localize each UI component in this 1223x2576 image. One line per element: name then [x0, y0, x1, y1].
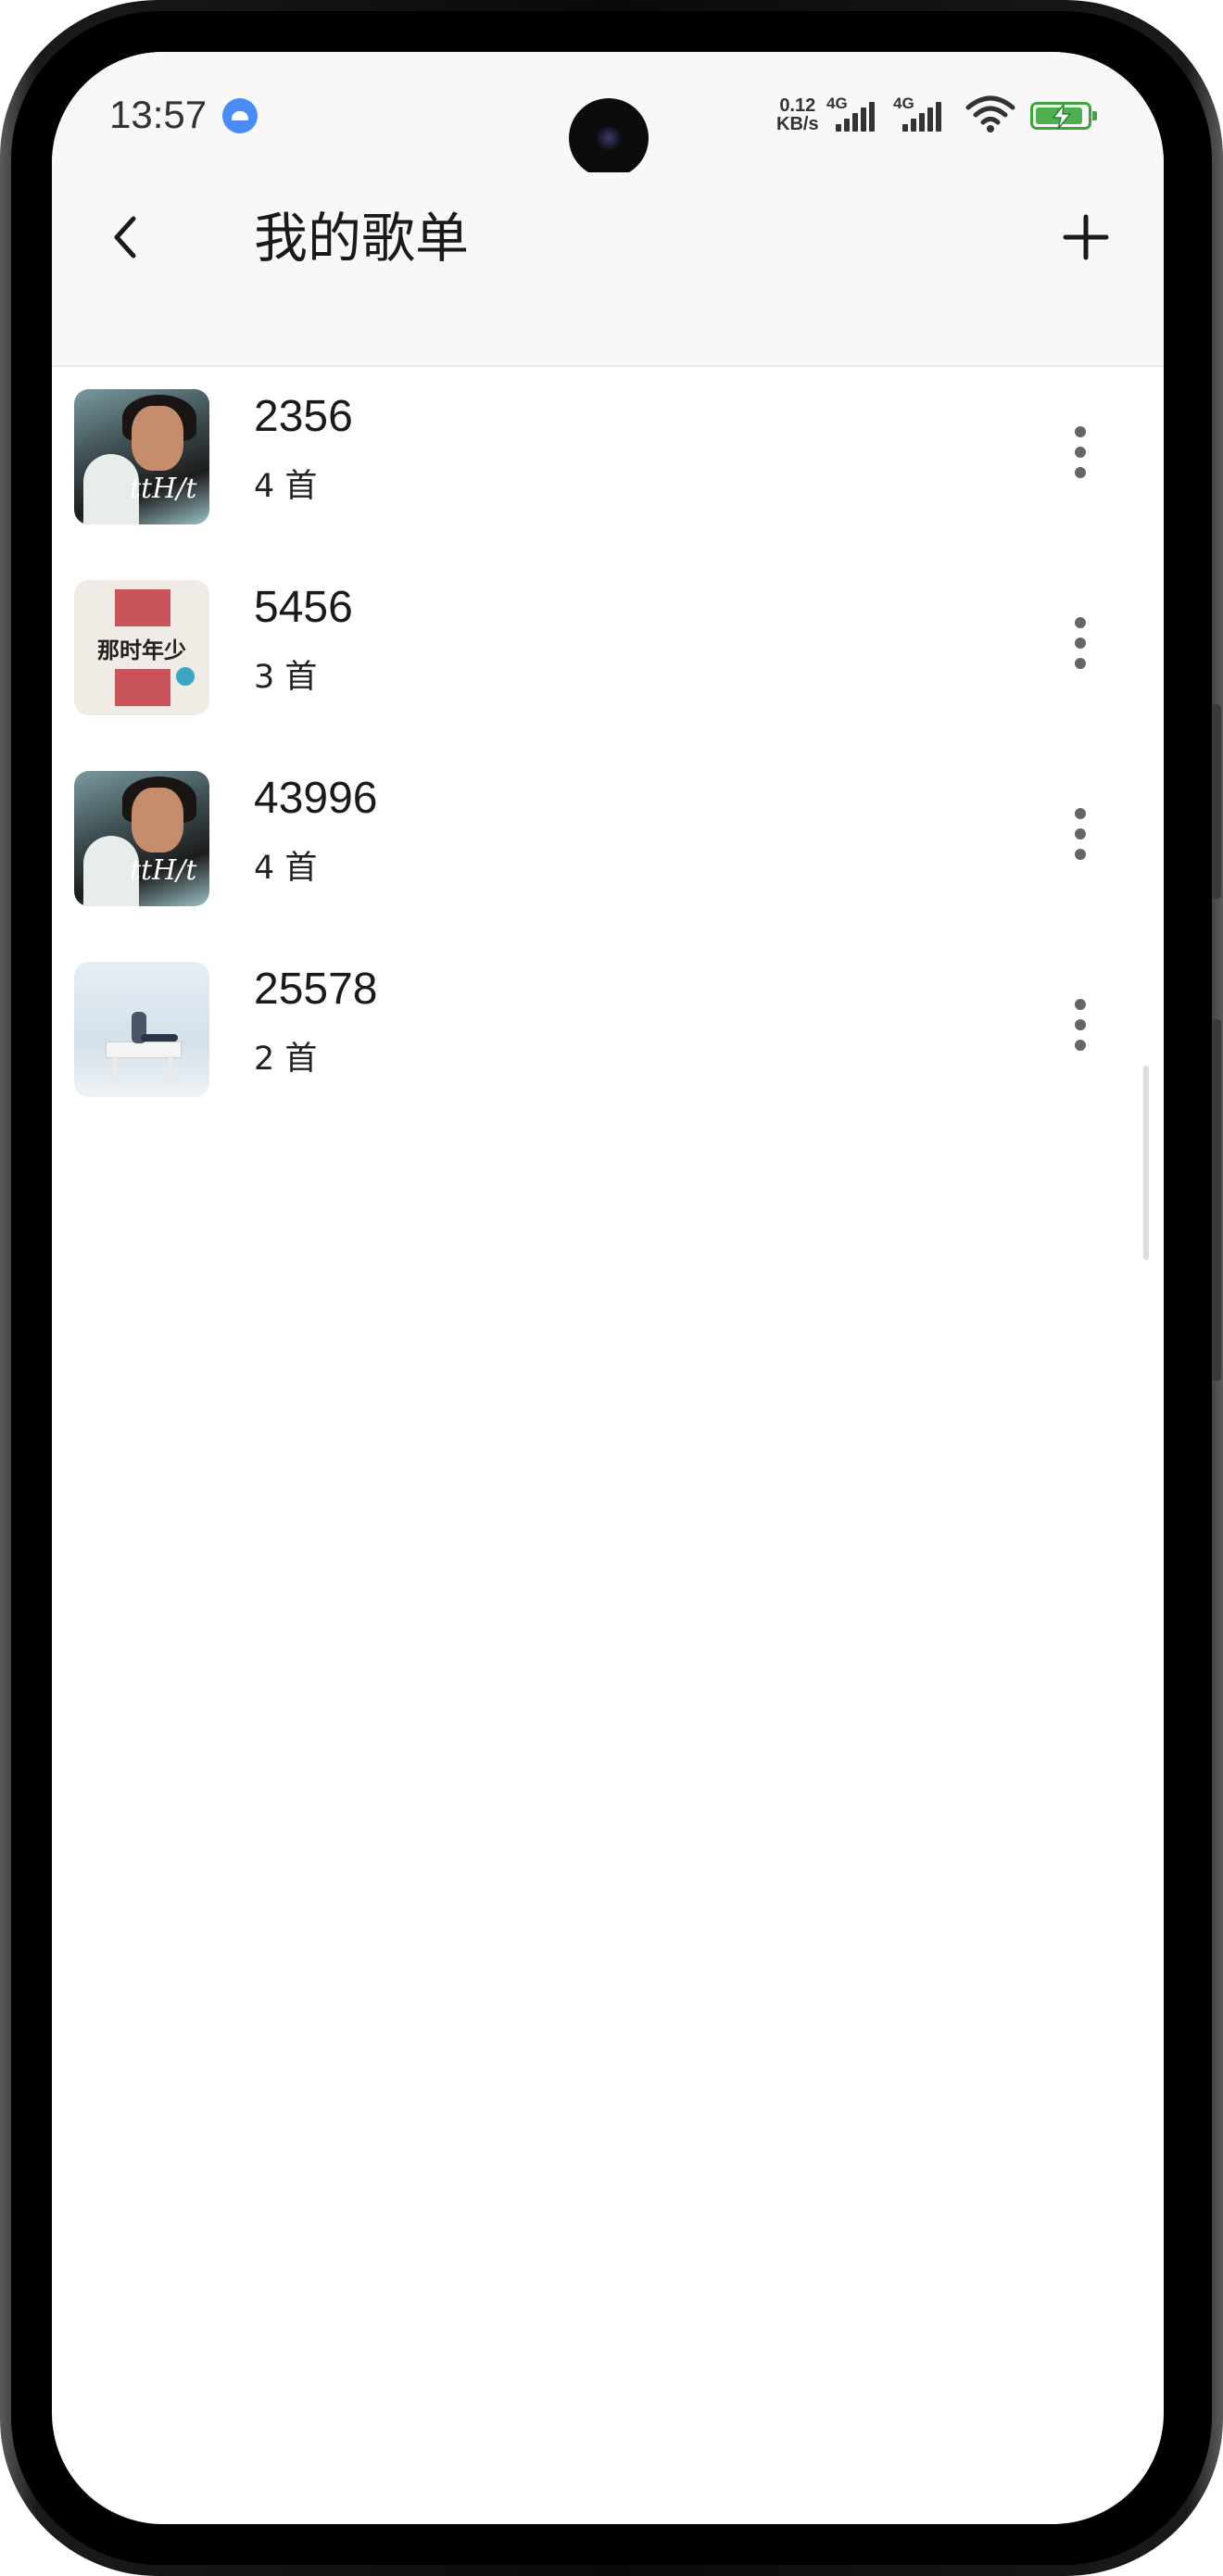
playlist-song-count: 4 首 — [254, 468, 318, 505]
battery-charging-icon — [1030, 102, 1097, 130]
power-button — [1212, 1019, 1221, 1381]
more-options-icon[interactable] — [1062, 415, 1099, 489]
network-speed-unit: KB/s — [776, 114, 819, 134]
network-speed-value: 0.12 — [779, 95, 816, 116]
album-cover-piano — [74, 962, 209, 1097]
status-bar: 13:57 0.12 KB/s 4G 4G — [52, 52, 1164, 178]
scrollbar[interactable] — [1143, 1066, 1149, 1260]
playlist-song-count: 4 首 — [254, 850, 318, 887]
playlist-row[interactable]: 那时年少 5456 3 首 — [52, 558, 1164, 749]
android-app-icon — [222, 98, 258, 133]
playlist-row[interactable]: ttH/t 2356 4 首 — [52, 367, 1164, 558]
playlist-song-count: 3 首 — [254, 659, 318, 696]
signal-1-label: 4G — [826, 95, 848, 112]
album-cover-text: 那时年少 — [97, 638, 186, 663]
playlist-name: 25578 — [254, 965, 378, 1014]
album-cover-singer-portrait: ttH/t — [74, 389, 209, 524]
playlist-song-count: 2 首 — [254, 1041, 318, 1078]
signal-2-label: 4G — [893, 95, 914, 112]
plus-icon[interactable] — [1058, 209, 1114, 265]
more-options-icon[interactable] — [1062, 797, 1099, 871]
page-title: 我的歌单 — [254, 207, 470, 270]
playlist-row[interactable]: 25578 2 首 — [52, 940, 1164, 1130]
volume-up-button — [1212, 704, 1221, 899]
playlist-row[interactable]: ttH/t 43996 4 首 — [52, 749, 1164, 940]
front-camera — [569, 98, 649, 178]
wifi-icon — [965, 95, 1015, 133]
network-speed: 0.12 KB/s — [776, 96, 819, 133]
status-time: 13:57 — [109, 93, 208, 136]
phone-frame: 13:57 0.12 KB/s 4G 4G 我的歌单 ttH/t 2356 4 … — [0, 0, 1223, 2576]
app-screen: 13:57 0.12 KB/s 4G 4G 我的歌单 ttH/t 2356 4 … — [52, 52, 1164, 2524]
playlist-name: 2356 — [254, 392, 353, 441]
playlist-name: 5456 — [254, 583, 353, 632]
album-cover-na-shi-nian-shao: 那时年少 — [74, 580, 209, 715]
playlist-name: 43996 — [254, 774, 378, 823]
charging-bolt-icon — [1052, 104, 1072, 130]
album-cover-singer-portrait: ttH/t — [74, 771, 209, 906]
app-toolbar — [52, 172, 1164, 367]
more-options-icon[interactable] — [1062, 606, 1099, 680]
chevron-left-icon[interactable] — [100, 209, 156, 265]
more-options-icon[interactable] — [1062, 988, 1099, 1062]
